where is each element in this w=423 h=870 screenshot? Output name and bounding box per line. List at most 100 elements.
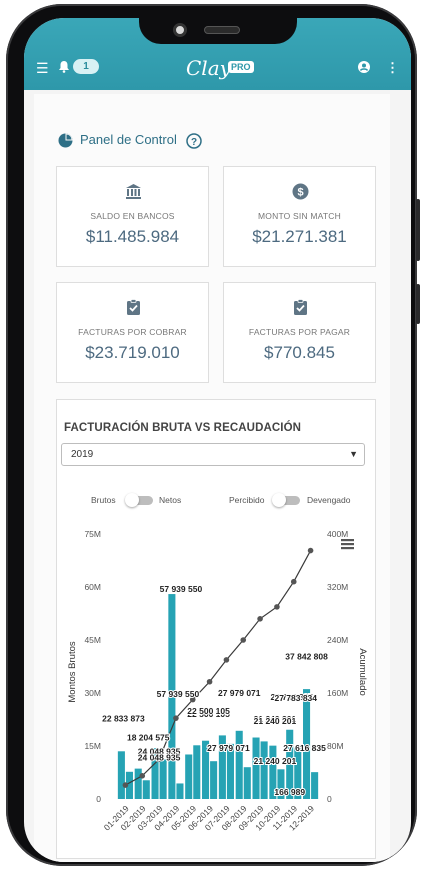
bar-series-1 [134, 768, 142, 799]
y-tick-label-right: 80M [327, 741, 344, 751]
cumulative-point [240, 637, 247, 643]
user-account-icon[interactable] [358, 61, 370, 75]
bar-series-2 [176, 783, 184, 799]
chart-menu-icon [341, 547, 354, 550]
y-tick-label-right: 400M [327, 529, 348, 539]
data-label: 24 048 935 [138, 752, 181, 762]
cumulative-point [274, 604, 280, 610]
page-title: Panel de Control [80, 132, 177, 147]
clipboard-check-icon [294, 299, 307, 315]
kpi-label: FACTURAS POR PAGAR [248, 327, 351, 337]
app-logo: Clay [186, 56, 231, 80]
y-tick-label-right: 240M [327, 635, 348, 645]
data-label: 27 979 071 [218, 688, 261, 698]
y-axis-label-left: Montos Brutos [67, 641, 78, 702]
data-label: 57 939 550 [160, 584, 203, 594]
pie-chart-icon [58, 133, 73, 148]
cumulative-point [223, 657, 230, 663]
y-tick-label-left: 0 [96, 794, 101, 804]
bar-series-2 [243, 767, 251, 799]
data-label: 27 616 835 [283, 743, 326, 753]
y-tick-label-left: 45M [84, 635, 101, 645]
toggle-brutos-netos[interactable] [125, 493, 153, 507]
data-label: 57 939 550 [157, 689, 200, 699]
cumulative-point [257, 616, 263, 622]
volume-button [416, 199, 420, 261]
chart-card: FACTURACIÓN BRUTA VS RECAUDACIÓN 2019 ▼ … [56, 399, 376, 859]
chart-menu-icon [341, 543, 354, 546]
kpi-facturas-pagar[interactable]: FACTURAS POR PAGAR $770.845 [223, 282, 376, 383]
notification-badge[interactable]: 1 [73, 59, 99, 74]
top-app-bar: ☰ 1 Clay PRO ⋮ [24, 18, 411, 90]
app-screen: ☰ 1 Clay PRO ⋮ Panel de Control ? SALDO … [24, 18, 411, 862]
chart-menu-icon [341, 539, 354, 542]
bell-icon[interactable] [58, 60, 70, 75]
bar-series-2 [311, 772, 319, 799]
data-label: 22 500 105 [187, 706, 230, 716]
power-button [416, 284, 420, 324]
clipboard-check-icon [127, 299, 140, 315]
y-tick-label-left: 15M [84, 741, 101, 751]
y-axis-label-right: Acumulado [357, 648, 368, 696]
data-label: 18 204 575 [127, 733, 170, 743]
y-tick-label-right: 320M [327, 582, 348, 592]
svg-text:?: ? [191, 137, 197, 148]
kpi-value: $21.271.381 [252, 227, 347, 246]
camera-notch [139, 18, 297, 44]
y-tick-label-left: 75M [84, 529, 101, 539]
kpi-label: FACTURAS POR COBRAR [78, 327, 187, 337]
kpi-value: $23.719.010 [85, 343, 180, 362]
main-content: Panel de Control ? SALDO EN BANCOS $11.4… [34, 94, 390, 862]
data-label: 21 240 201 [254, 716, 297, 726]
cumulative-point [139, 773, 146, 779]
year-select[interactable]: 2019 ▼ [61, 443, 365, 466]
more-options-icon[interactable]: ⋮ [386, 61, 399, 74]
kpi-value: $770.845 [264, 343, 335, 362]
y-tick-label-right: 0 [327, 794, 332, 804]
bar-series-2 [159, 759, 167, 799]
kpi-monto-sin-match[interactable]: $ MONTO SIN MATCH $21.271.381 [223, 166, 376, 267]
hamburger-menu-icon[interactable]: ☰ [36, 61, 49, 75]
data-label: 166 989 [274, 787, 305, 797]
phone-frame: ☰ 1 Clay PRO ⋮ Panel de Control ? SALDO … [6, 4, 420, 866]
chart-title: FACTURACIÓN BRUTA VS RECAUDACIÓN [64, 422, 302, 434]
cumulative-point [307, 547, 314, 554]
toggle-knob [272, 493, 286, 507]
toggle-label-netos: Netos [159, 495, 182, 505]
kpi-saldo-bancos[interactable]: SALDO EN BANCOS $11.485.984 [56, 166, 209, 267]
data-label: 27 783 834 [274, 693, 317, 703]
y-tick-label-left: 60M [84, 582, 101, 592]
cumulative-point [206, 678, 213, 685]
toggle-knob [125, 493, 139, 507]
data-label: 21 240 201 [254, 756, 297, 766]
data-label: 27 979 071 [207, 743, 250, 753]
help-icon[interactable]: ? [186, 133, 202, 149]
speaker-grille [204, 26, 240, 34]
camera-icon [173, 23, 187, 37]
bar-series-1 [252, 737, 260, 799]
bar-series-2 [142, 780, 150, 799]
logo-pro-badge: PRO [228, 61, 254, 73]
bar-series-2 [260, 741, 268, 799]
dollar-icon: $ [292, 183, 309, 200]
data-label: 37 842 808 [285, 652, 328, 662]
svg-text:$: $ [297, 187, 303, 199]
bar-series-1 [117, 751, 125, 799]
bar-series-2 [210, 761, 218, 799]
kpi-label: SALDO EN BANCOS [90, 211, 175, 221]
toggle-percibido-devengado[interactable] [272, 493, 300, 507]
bar-series-1 [235, 730, 243, 799]
toggle-label-brutos: Brutos [91, 495, 116, 505]
chevron-down-icon: ▼ [349, 449, 358, 459]
cumulative-point [290, 578, 297, 585]
year-select-value: 2019 [71, 449, 94, 460]
kpi-value: $11.485.984 [85, 227, 180, 246]
y-tick-label-left: 30M [84, 688, 101, 698]
bank-icon [126, 184, 141, 199]
bar-line-chart: 0 15M 30M 45M 60M 75M 0 80M 160M 240M 320M 400M Mont… [67, 529, 368, 832]
y-tick-label-right: 160M [327, 688, 348, 698]
cumulative-point [173, 715, 179, 721]
data-label: 22 833 873 [102, 713, 145, 723]
kpi-facturas-cobrar[interactable]: FACTURAS POR COBRAR $23.719.010 [56, 282, 209, 383]
bar-series-1 [185, 754, 193, 799]
